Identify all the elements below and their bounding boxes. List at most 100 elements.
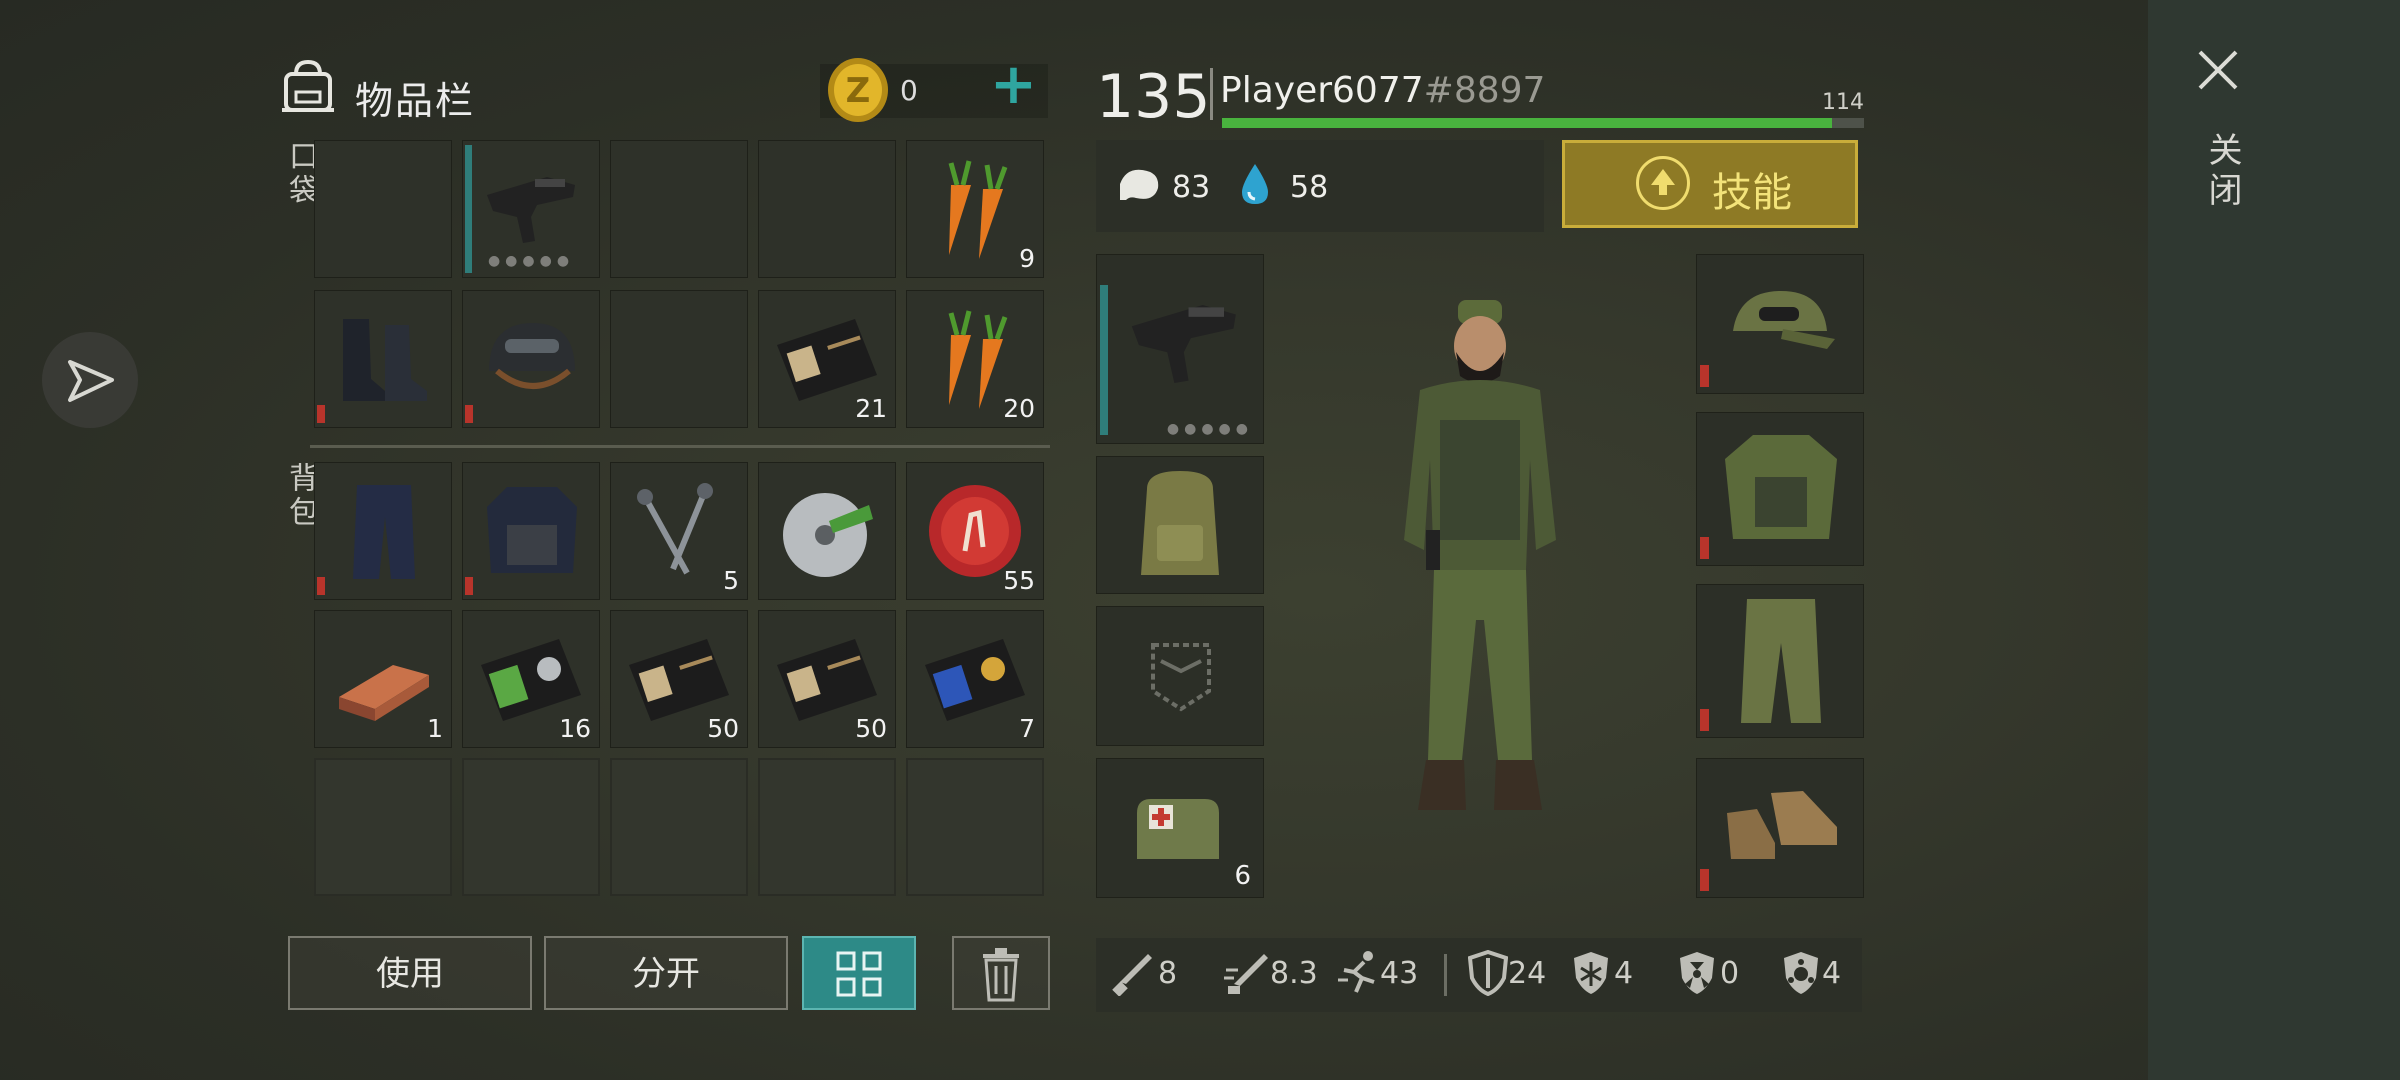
nails-icon <box>637 483 713 575</box>
backpack-slot-saw-blade[interactable] <box>758 462 896 600</box>
close-icon[interactable] <box>2196 48 2240 92</box>
saw-blade-icon <box>783 493 873 577</box>
run-icon <box>1338 951 1375 993</box>
player-name: Player6077 <box>1220 70 1424 111</box>
durability-bar <box>1700 365 1709 387</box>
pocket-slot-uzi[interactable]: ●●●●● <box>462 140 600 278</box>
ammo-dots: ●●●●● <box>1166 421 1253 437</box>
backpack-slot-empty[interactable] <box>462 758 600 896</box>
send-icon <box>68 360 114 402</box>
durability-bar <box>317 405 325 423</box>
radiation-resist-value: 0 <box>1720 956 1740 991</box>
player-character[interactable] <box>1360 290 1600 890</box>
skills-button[interactable] <box>1562 140 1858 228</box>
plus-icon: + <box>990 52 1037 117</box>
equip-head-slot[interactable] <box>1696 254 1864 394</box>
add-coins-button[interactable]: + <box>990 57 1037 113</box>
level-separator <box>1210 68 1213 120</box>
durability-bar <box>1700 869 1709 891</box>
pocket-slot-empty[interactable] <box>610 140 748 278</box>
knife-icon <box>1112 954 1152 996</box>
pocket-slot-carrot[interactable]: 9 <box>906 140 1044 278</box>
equip-legs-slot[interactable] <box>1696 584 1864 738</box>
medkit-icon <box>1137 799 1219 859</box>
uzi-icon <box>1131 305 1236 383</box>
pocket-slot-empty[interactable] <box>610 290 748 428</box>
player-name-line: Player6077#8897 <box>1220 70 1545 111</box>
pocket-slot-empty[interactable] <box>314 140 452 278</box>
pocket-slot-boots[interactable] <box>314 290 452 428</box>
weapon-ammo-bar <box>1100 285 1108 435</box>
player-level: 135 <box>1096 62 1211 132</box>
right-side-panel <box>2148 0 2400 1080</box>
trash-icon <box>983 948 1019 1002</box>
pants-icon <box>1741 599 1821 723</box>
backpack-slot-empty[interactable] <box>610 758 748 896</box>
equip-backpack-slot[interactable] <box>1096 456 1264 594</box>
police-badge-icon <box>925 639 1025 721</box>
backpack-slot-bottle-cap[interactable]: 55 <box>906 462 1044 600</box>
armor-value: 24 <box>1508 956 1547 991</box>
durability-bar <box>1700 709 1709 731</box>
backpack-slot-police-badge-green[interactable]: 16 <box>462 610 600 748</box>
melee-damage-value: 8 <box>1158 956 1178 991</box>
equip-weapon-slot[interactable]: ●●●●● <box>1096 254 1264 444</box>
armor-shield-icon <box>1468 950 1508 996</box>
pocket-slot-carrot[interactable]: 20 <box>906 290 1044 428</box>
stats-separator <box>1444 954 1447 996</box>
item-quantity: 20 <box>1003 394 1035 423</box>
backpack-slot-id-card[interactable]: 50 <box>610 610 748 748</box>
equip-medkit-slot[interactable]: 6 <box>1096 758 1264 898</box>
backpack-slot-police-badge-blue[interactable]: 7 <box>906 610 1044 748</box>
radiation-resist-icon <box>1680 952 1714 994</box>
grid-view-button[interactable] <box>802 936 916 1010</box>
arrow-up-icon <box>1636 156 1690 210</box>
melee-speed-value: 8.3 <box>1270 956 1318 991</box>
trash-button[interactable] <box>952 936 1050 1010</box>
copper-ingot-icon <box>339 665 429 721</box>
infection-resist-value: 4 <box>1822 956 1842 991</box>
send-button[interactable] <box>42 332 138 428</box>
move-speed-value: 43 <box>1380 956 1419 991</box>
use-button[interactable]: 使用 <box>288 936 532 1010</box>
equip-pocket-slot[interactable] <box>1096 606 1264 746</box>
backpack-slot-pants[interactable] <box>314 462 452 600</box>
equip-feet-slot[interactable] <box>1696 758 1864 898</box>
stomach-icon <box>1120 169 1159 200</box>
backpack-slot-copper-ingot[interactable]: 1 <box>314 610 452 748</box>
durability-bar <box>317 577 325 595</box>
close-label[interactable]: 关闭 <box>2198 132 2247 212</box>
hunger-value: 83 <box>1172 170 1211 205</box>
durability-bar <box>465 405 473 423</box>
backpack-slot-empty[interactable] <box>906 758 1044 896</box>
ammo-dots: ●●●●● <box>487 253 575 269</box>
equip-torso-slot[interactable] <box>1696 412 1864 566</box>
coin-count: 0 <box>900 74 918 107</box>
water-drop-icon <box>1242 164 1268 204</box>
xp-value: 114 <box>1822 90 1864 115</box>
item-quantity: 6 <box>1234 861 1251 891</box>
item-quantity: 50 <box>707 714 739 743</box>
backpack-icon <box>1141 471 1219 575</box>
backpack-slot-vest[interactable] <box>462 462 600 600</box>
backpack-slot-empty[interactable] <box>758 758 896 896</box>
backpack-slot-nails[interactable]: 5 <box>610 462 748 600</box>
pocket-backpack-divider <box>310 445 1050 448</box>
pants-icon <box>353 485 415 579</box>
split-button[interactable]: 分开 <box>544 936 788 1010</box>
item-quantity: 1 <box>427 714 443 743</box>
backpack-slot-id-card[interactable]: 50 <box>758 610 896 748</box>
cold-resist-icon <box>1574 952 1608 994</box>
pocket-slot-id-card[interactable]: 21 <box>758 290 896 428</box>
coin-icon: Z <box>828 58 888 122</box>
jacket-icon <box>1725 435 1837 539</box>
pocket-slot-empty[interactable] <box>758 140 896 278</box>
item-quantity: 7 <box>1019 714 1035 743</box>
shoes-icon <box>1727 791 1837 859</box>
pocket-slot-helmet[interactable] <box>462 290 600 428</box>
backpack-slot-empty[interactable] <box>314 758 452 896</box>
item-quantity: 9 <box>1019 244 1035 273</box>
thirst-value: 58 <box>1290 170 1329 205</box>
helmet-icon <box>489 323 575 389</box>
svg-text:Z: Z <box>846 71 871 111</box>
